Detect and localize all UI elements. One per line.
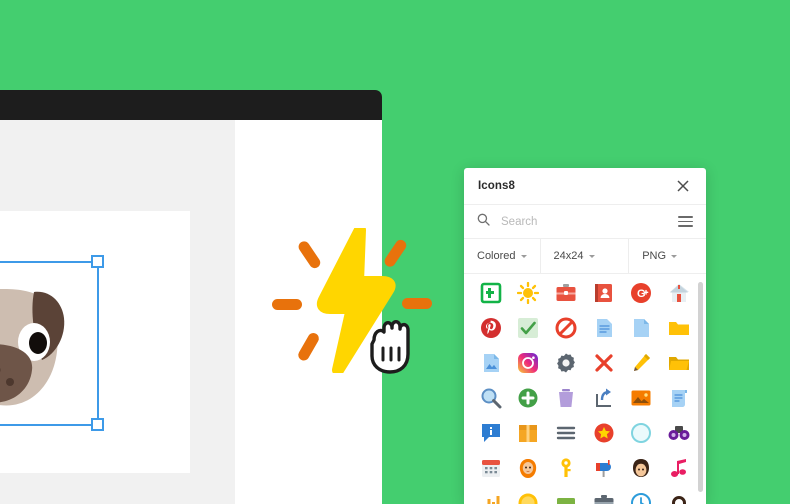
- scroll-document-icon[interactable]: [660, 386, 698, 410]
- close-cross-icon[interactable]: [585, 351, 623, 375]
- cancel-icon[interactable]: [547, 316, 585, 340]
- man-avatar-icon[interactable]: [623, 456, 661, 480]
- panel-header: Icons8: [464, 168, 706, 205]
- trash-bin-icon[interactable]: [547, 386, 585, 410]
- panel-title: Icons8: [478, 180, 516, 192]
- picture-icon[interactable]: [623, 386, 661, 410]
- settings-gear-icon[interactable]: [547, 351, 585, 375]
- filter-format-dropdown[interactable]: PNG: [628, 239, 706, 273]
- search-input[interactable]: [499, 214, 669, 229]
- share-arrow-icon[interactable]: [585, 386, 623, 410]
- filter-size-dropdown[interactable]: 24x24: [539, 239, 629, 273]
- selection-handle-top-right[interactable]: [91, 255, 104, 268]
- document-lines-icon[interactable]: [585, 316, 623, 340]
- info-bubble-icon[interactable]: [472, 421, 510, 445]
- instagram-icon[interactable]: [510, 351, 548, 375]
- box-package-icon[interactable]: [510, 421, 548, 445]
- key-icon[interactable]: [547, 456, 585, 480]
- icon-grid-scroll-area: G: [464, 274, 706, 504]
- open-folder-icon[interactable]: [660, 351, 698, 375]
- binoculars-icon[interactable]: [660, 421, 698, 445]
- mailbox-icon[interactable]: [585, 456, 623, 480]
- icons8-plugin-panel: Icons8 Colored: [464, 168, 706, 504]
- selection-frame-bottom: [0, 424, 99, 426]
- home-icon[interactable]: [660, 281, 698, 305]
- chevron-down-icon: [671, 255, 678, 258]
- add-plus-circle-icon[interactable]: [510, 386, 548, 410]
- star-badge-icon[interactable]: [585, 421, 623, 445]
- clock-icon[interactable]: [623, 491, 661, 504]
- coin-icon[interactable]: [510, 491, 548, 504]
- menu-lines-icon[interactable]: [547, 421, 585, 445]
- google-plus-icon[interactable]: G: [623, 281, 661, 305]
- puzzle-icon[interactable]: [472, 281, 510, 305]
- selection-frame-top: [0, 261, 99, 263]
- search-magnifier-icon[interactable]: [472, 386, 510, 410]
- circle-outline-icon[interactable]: [623, 421, 661, 445]
- chevron-down-icon: [588, 255, 595, 258]
- blank-file-icon[interactable]: [623, 316, 661, 340]
- suitcase-icon[interactable]: [585, 491, 623, 504]
- chevron-down-icon: [520, 255, 527, 258]
- search-icon: [477, 213, 490, 231]
- bar-chart-icon[interactable]: [472, 491, 510, 504]
- filter-size-label: 24x24: [553, 250, 584, 262]
- contacts-book-icon[interactable]: [585, 281, 623, 305]
- arch-icon[interactable]: [660, 491, 698, 504]
- briefcase-icon[interactable]: [547, 281, 585, 305]
- hand-cursor-icon: [366, 318, 418, 376]
- image-file-icon[interactable]: [472, 351, 510, 375]
- icon-grid: G: [464, 274, 706, 504]
- music-note-icon[interactable]: [660, 456, 698, 480]
- design-app-toolbar: [0, 90, 382, 120]
- icon-grid-scrollbar[interactable]: [698, 282, 703, 492]
- filter-style-dropdown[interactable]: Colored: [464, 239, 540, 273]
- filter-style-label: Colored: [477, 250, 516, 262]
- pencil-icon[interactable]: [623, 351, 661, 375]
- filter-bar: Colored 24x24 PNG: [464, 239, 706, 274]
- woman-avatar-icon[interactable]: [510, 456, 548, 480]
- pinterest-icon[interactable]: [472, 316, 510, 340]
- calendar-icon[interactable]: [472, 456, 510, 480]
- filter-format-label: PNG: [642, 250, 667, 262]
- selection-frame-right: [97, 261, 99, 426]
- sun-icon[interactable]: [510, 281, 548, 305]
- hamburger-menu-icon[interactable]: [678, 216, 693, 227]
- search-bar: [464, 205, 706, 239]
- green-card-icon[interactable]: [547, 491, 585, 504]
- pug-dog-illustration[interactable]: [0, 278, 88, 418]
- svg-text:G: G: [637, 288, 646, 300]
- checkmark-icon[interactable]: [510, 316, 548, 340]
- selection-handle-bottom-right[interactable]: [91, 418, 104, 431]
- folder-icon[interactable]: [660, 316, 698, 340]
- screen: Icons8 Colored: [0, 0, 790, 504]
- close-icon[interactable]: [674, 177, 692, 195]
